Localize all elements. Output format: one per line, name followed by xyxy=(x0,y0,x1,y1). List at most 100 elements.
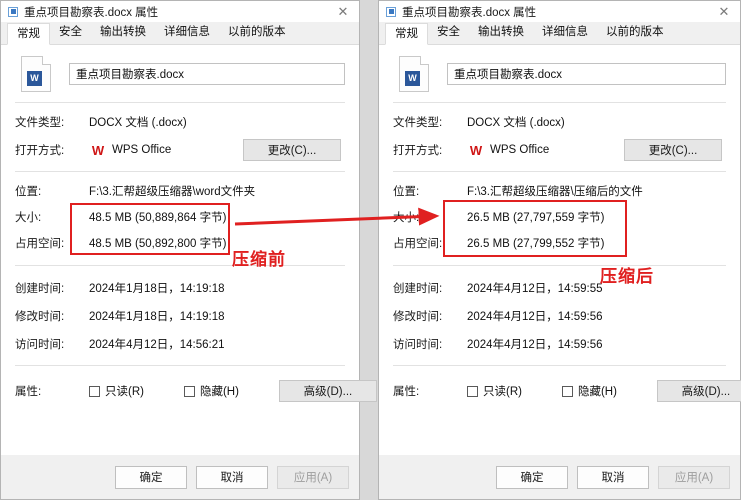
apply-button[interactable]: 应用(A) xyxy=(277,465,349,489)
hidden-label: 隐藏(H) xyxy=(199,386,239,398)
accessed-value: 2024年4月12日，14:59:56 xyxy=(467,339,603,351)
readonly-label: 只读(R) xyxy=(105,386,144,398)
file-type-label: 文件类型: xyxy=(393,117,443,129)
change-button[interactable]: 更改(C)... xyxy=(624,139,722,161)
window-title: 重点项目勘察表.docx 属性 xyxy=(402,6,537,19)
modified-label: 修改时间: xyxy=(393,311,443,323)
created-value: 2024年4月12日，14:59:55 xyxy=(467,283,603,295)
location-value: F:\3.汇帮超级压缩器\word文件夹 xyxy=(89,186,256,198)
attributes-label: 属性: xyxy=(15,386,42,398)
cancel-button[interactable]: 取消 xyxy=(577,465,649,489)
modified-row: 修改时间: 2024年4月12日，14:59:56 xyxy=(393,302,726,330)
tab-strip-right: 常规 安全 输出转换 详细信息 以前的版本 xyxy=(379,22,740,45)
ok-button[interactable]: 确定 xyxy=(496,465,568,489)
checkbox-box-icon xyxy=(467,385,478,397)
size-label: 大小: xyxy=(15,212,42,224)
size-on-disk-label: 占用空间: xyxy=(393,238,443,250)
tab-output-convert[interactable]: 输出转换 xyxy=(469,22,533,44)
readonly-checkbox[interactable]: 只读(R) xyxy=(467,383,522,399)
tab-details[interactable]: 详细信息 xyxy=(155,22,219,44)
advanced-button[interactable]: 高级(D)... xyxy=(278,380,377,402)
modified-row: 修改时间: 2024年1月18日，14:19:18 xyxy=(15,302,345,330)
divider xyxy=(393,265,726,266)
word-document-icon: W xyxy=(399,56,429,92)
apply-button[interactable]: 应用(A) xyxy=(658,465,730,489)
open-with-label: 打开方式: xyxy=(393,145,443,157)
divider xyxy=(15,102,345,103)
close-icon[interactable]: ✕ xyxy=(708,1,740,22)
attributes-row: 属性: 只读(R) 隐藏(H) 高级(D)... xyxy=(15,378,377,404)
tab-security[interactable]: 安全 xyxy=(428,22,469,44)
file-name-row: W 重点项目勘察表.docx xyxy=(393,45,726,102)
modified-value: 2024年4月12日，14:59:56 xyxy=(467,311,603,323)
ok-button[interactable]: 确定 xyxy=(115,465,187,489)
created-label: 创建时间: xyxy=(15,283,65,295)
word-document-icon: W xyxy=(21,56,51,92)
size-on-disk-row: 占用空间: 48.5 MB (50,892,800 字节) xyxy=(15,230,345,256)
divider xyxy=(15,365,345,366)
divider xyxy=(15,171,345,172)
wps-office-icon: W xyxy=(469,142,482,158)
tab-general[interactable]: 常规 xyxy=(7,23,50,45)
size-row: 大小: 26.5 MB (27,797,559 字节) xyxy=(393,204,726,230)
hidden-label: 隐藏(H) xyxy=(577,386,617,398)
tab-previous-versions[interactable]: 以前的版本 xyxy=(597,22,673,44)
open-with-app-name: WPS Office xyxy=(490,144,550,156)
readonly-checkbox[interactable]: 只读(R) xyxy=(89,383,144,399)
window-icon xyxy=(386,6,396,17)
readonly-label: 只读(R) xyxy=(483,386,522,398)
general-pane-left: W 重点项目勘察表.docx 文件类型: DOCX 文档 (.docx) 打开方… xyxy=(1,45,377,455)
size-value: 26.5 MB (27,797,559 字节) xyxy=(467,212,605,224)
footer-right: 确定 取消 应用(A) xyxy=(379,455,740,499)
size-on-disk-row: 占用空间: 26.5 MB (27,799,552 字节) xyxy=(393,230,726,256)
cancel-button[interactable]: 取消 xyxy=(196,465,268,489)
word-badge-label: W xyxy=(405,71,420,86)
size-on-disk-value: 26.5 MB (27,799,552 字节) xyxy=(467,238,605,250)
file-name-input[interactable]: 重点项目勘察表.docx xyxy=(69,63,345,85)
file-type-row: 文件类型: DOCX 文档 (.docx) xyxy=(393,109,726,135)
tab-details[interactable]: 详细信息 xyxy=(533,22,597,44)
tab-security[interactable]: 安全 xyxy=(50,22,91,44)
accessed-label: 访问时间: xyxy=(15,339,65,351)
checkbox-box-icon xyxy=(183,385,195,397)
location-label: 位置: xyxy=(15,186,42,198)
file-type-value: DOCX 文档 (.docx) xyxy=(89,117,187,129)
accessed-label: 访问时间: xyxy=(393,339,443,351)
created-row: 创建时间: 2024年1月18日，14:19:18 xyxy=(15,274,345,302)
open-with-row: 打开方式: W WPS Office 更改(C)... xyxy=(393,135,726,165)
size-row: 大小: 48.5 MB (50,889,864 字节) xyxy=(15,204,345,230)
open-with-row: 打开方式: W WPS Office 更改(C)... xyxy=(15,135,345,165)
size-value: 48.5 MB (50,889,864 字节) xyxy=(89,212,227,224)
attributes-row: 属性: 只读(R) 隐藏(H) 高级(D)... xyxy=(393,378,741,404)
file-name-input[interactable]: 重点项目勘察表.docx xyxy=(447,63,726,85)
change-button[interactable]: 更改(C)... xyxy=(243,139,341,161)
tab-output-convert[interactable]: 输出转换 xyxy=(91,22,155,44)
tab-previous-versions[interactable]: 以前的版本 xyxy=(219,22,295,44)
accessed-row: 访问时间: 2024年4月12日，14:59:56 xyxy=(393,330,726,358)
open-with-app-name: WPS Office xyxy=(112,144,172,156)
modified-label: 修改时间: xyxy=(15,311,65,323)
open-with-value: W WPS Office xyxy=(467,143,549,157)
accessed-row: 访问时间: 2024年4月12日，14:56:21 xyxy=(15,330,345,358)
window-title: 重点项目勘察表.docx 属性 xyxy=(24,6,159,19)
title-bar-left: 重点项目勘察表.docx 属性 ✕ xyxy=(1,1,359,22)
divider xyxy=(15,265,345,266)
file-name-row: W 重点项目勘察表.docx xyxy=(15,45,345,102)
created-value: 2024年1月18日，14:19:18 xyxy=(89,283,225,295)
checkbox-box-icon xyxy=(89,385,100,397)
modified-value: 2024年1月18日，14:19:18 xyxy=(89,311,225,323)
size-on-disk-value: 48.5 MB (50,892,800 字节) xyxy=(89,238,227,250)
accessed-value: 2024年4月12日，14:56:21 xyxy=(89,339,225,351)
close-icon[interactable]: ✕ xyxy=(327,1,359,22)
divider xyxy=(393,102,726,103)
hidden-checkbox[interactable]: 隐藏(H) xyxy=(183,383,239,399)
checkbox-box-icon xyxy=(561,385,573,397)
tab-general[interactable]: 常规 xyxy=(385,23,428,45)
hidden-checkbox[interactable]: 隐藏(H) xyxy=(561,383,617,399)
properties-window-after: 重点项目勘察表.docx 属性 ✕ 常规 安全 输出转换 详细信息 以前的版本 … xyxy=(378,0,741,500)
general-pane-right: W 重点项目勘察表.docx 文件类型: DOCX 文档 (.docx) 打开方… xyxy=(379,45,741,455)
word-badge-label: W xyxy=(27,71,42,86)
wps-office-icon: W xyxy=(91,142,104,158)
advanced-button[interactable]: 高级(D)... xyxy=(656,380,741,402)
size-label: 大小: xyxy=(393,212,420,224)
